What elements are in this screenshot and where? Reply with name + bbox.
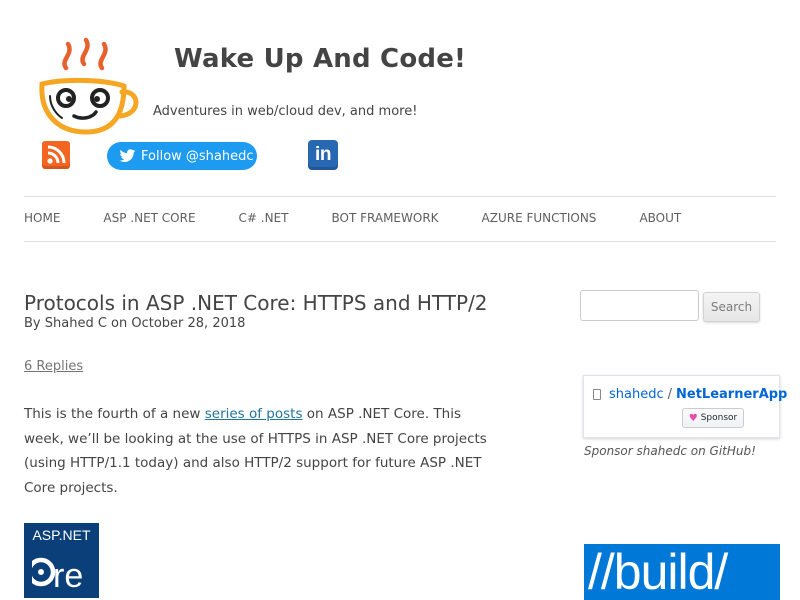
sponsor-caption: Sponsor shahedc on GitHub!	[584, 444, 756, 458]
github-sponsor-card: shahedc / NetLearnerApp ♥ Sponsor	[583, 375, 787, 438]
aspnet-core-logo: ASP.NET re	[24, 523, 99, 598]
nav-item-aspnet-core[interactable]: ASP .NET CORE	[103, 211, 195, 227]
replies-link[interactable]: 6 Replies	[24, 359, 83, 374]
nav-item-azure-functions[interactable]: AZURE FUNCTIONS	[482, 211, 597, 227]
heart-icon: ♥	[688, 412, 698, 424]
aspnet-logo-line1: ASP.NET	[32, 527, 91, 543]
series-of-posts-link[interactable]: series of posts	[205, 406, 303, 422]
svg-text:re: re	[53, 557, 83, 595]
repo-icon	[593, 389, 601, 400]
post-intro: This is the fourth of a new series of po…	[24, 402, 494, 500]
post-byline: By Shahed C on October 28, 2018	[24, 316, 246, 331]
rss-icon[interactable]	[42, 141, 70, 169]
sponsor-separator: /	[667, 387, 673, 402]
nav-divider-top	[24, 196, 776, 197]
twitter-follow-button[interactable]: Follow @shahedc	[107, 142, 257, 170]
twitter-follow-label: Follow @shahedc	[141, 148, 254, 164]
twitter-bird-icon	[119, 149, 136, 163]
sponsor-owner: shahedc	[609, 387, 664, 402]
nav-item-home[interactable]: HOME	[24, 211, 60, 227]
search-button[interactable]: Search	[703, 292, 760, 322]
sponsor-button-label: Sponsor	[700, 413, 738, 423]
sponsor-repo-link[interactable]: shahedc / NetLearnerApp	[593, 387, 787, 402]
nav-divider-bottom	[24, 241, 776, 242]
intro-text-start: This is the fourth of a new	[24, 406, 205, 422]
main-nav: HOME ASP .NET CORE C# .NET BOT FRAMEWORK…	[24, 211, 681, 227]
build-conference-logo[interactable]: //build/	[584, 544, 780, 600]
sponsor-button[interactable]: ♥ Sponsor	[682, 408, 744, 428]
coffee-cup-logo-icon[interactable]	[36, 36, 144, 136]
sponsor-repo-name: NetLearnerApp	[676, 387, 788, 402]
post-title[interactable]: Protocols in ASP .NET Core: HTTPS and HT…	[24, 291, 488, 315]
site-description: Adventures in web/cloud dev, and more!	[153, 104, 418, 119]
search-input[interactable]	[580, 290, 699, 321]
site-title[interactable]: Wake Up And Code!	[174, 44, 466, 74]
nav-item-bot-framework[interactable]: BOT FRAMEWORK	[332, 211, 439, 227]
nav-item-about[interactable]: ABOUT	[639, 211, 681, 227]
nav-item-csharp-net[interactable]: C# .NET	[239, 211, 289, 227]
linkedin-icon[interactable]: in	[308, 140, 338, 170]
